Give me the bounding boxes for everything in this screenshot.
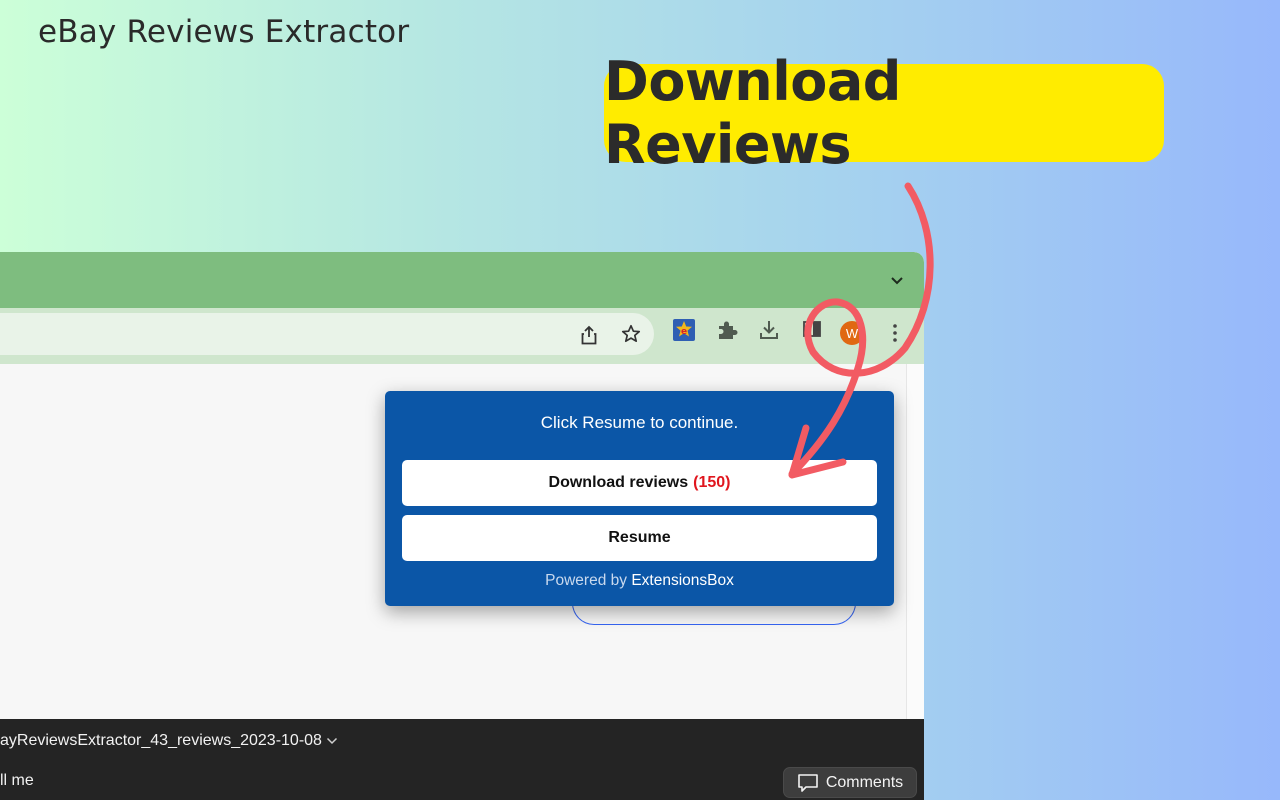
comment-icon (798, 773, 818, 792)
page-title: eBay Reviews Extractor (38, 14, 410, 50)
profile-avatar[interactable]: W (840, 321, 864, 345)
comments-label: Comments (825, 773, 904, 791)
download-file-name: ayReviewsExtractor_43_reviews_2023-10-08 (0, 732, 322, 749)
chevron-down-icon[interactable] (890, 276, 904, 286)
browser-toolbar: e W (0, 308, 924, 364)
extensions-puzzle-icon[interactable] (716, 319, 738, 341)
chevron-down-icon[interactable] (326, 737, 338, 745)
more-options-icon[interactable] (891, 323, 899, 343)
tab-strip (0, 252, 924, 308)
profile-initial: W (845, 325, 859, 341)
download-reviews-button[interactable]: Download reviews (150) (402, 460, 877, 506)
callout-text: Download Reviews (604, 50, 901, 176)
download-item[interactable]: ayReviewsExtractor_43_reviews_2023-10-08 (0, 732, 338, 750)
download-reviews-label: Download reviews (548, 474, 689, 491)
powered-brand-link[interactable]: ExtensionsBox (631, 572, 734, 589)
review-count: (150) (693, 474, 731, 491)
ebay-extension-icon[interactable]: e (673, 319, 695, 341)
resume-button[interactable]: Resume (402, 515, 877, 561)
side-panel-icon[interactable] (802, 319, 822, 339)
extension-popup: Click Resume to continue. Download revie… (385, 391, 894, 606)
comments-button[interactable]: Comments (783, 767, 917, 798)
page-scrollbar[interactable] (906, 364, 924, 719)
powered-prefix: Powered by (545, 572, 627, 589)
download-action-link[interactable]: ll me (0, 772, 34, 790)
resume-label: Resume (608, 529, 671, 546)
popup-status-text: Click Resume to continue. (540, 413, 739, 432)
address-bar[interactable] (0, 313, 654, 355)
svg-text:e: e (681, 327, 687, 337)
powered-by: Powered by ExtensionsBox (385, 572, 894, 590)
bookmark-star-icon[interactable] (621, 324, 641, 344)
share-icon[interactable] (580, 325, 598, 345)
downloads-bar: ayReviewsExtractor_43_reviews_2023-10-08… (0, 719, 924, 800)
download-icon[interactable] (758, 319, 780, 341)
download-reviews-callout: Download Reviews (604, 50, 1164, 176)
